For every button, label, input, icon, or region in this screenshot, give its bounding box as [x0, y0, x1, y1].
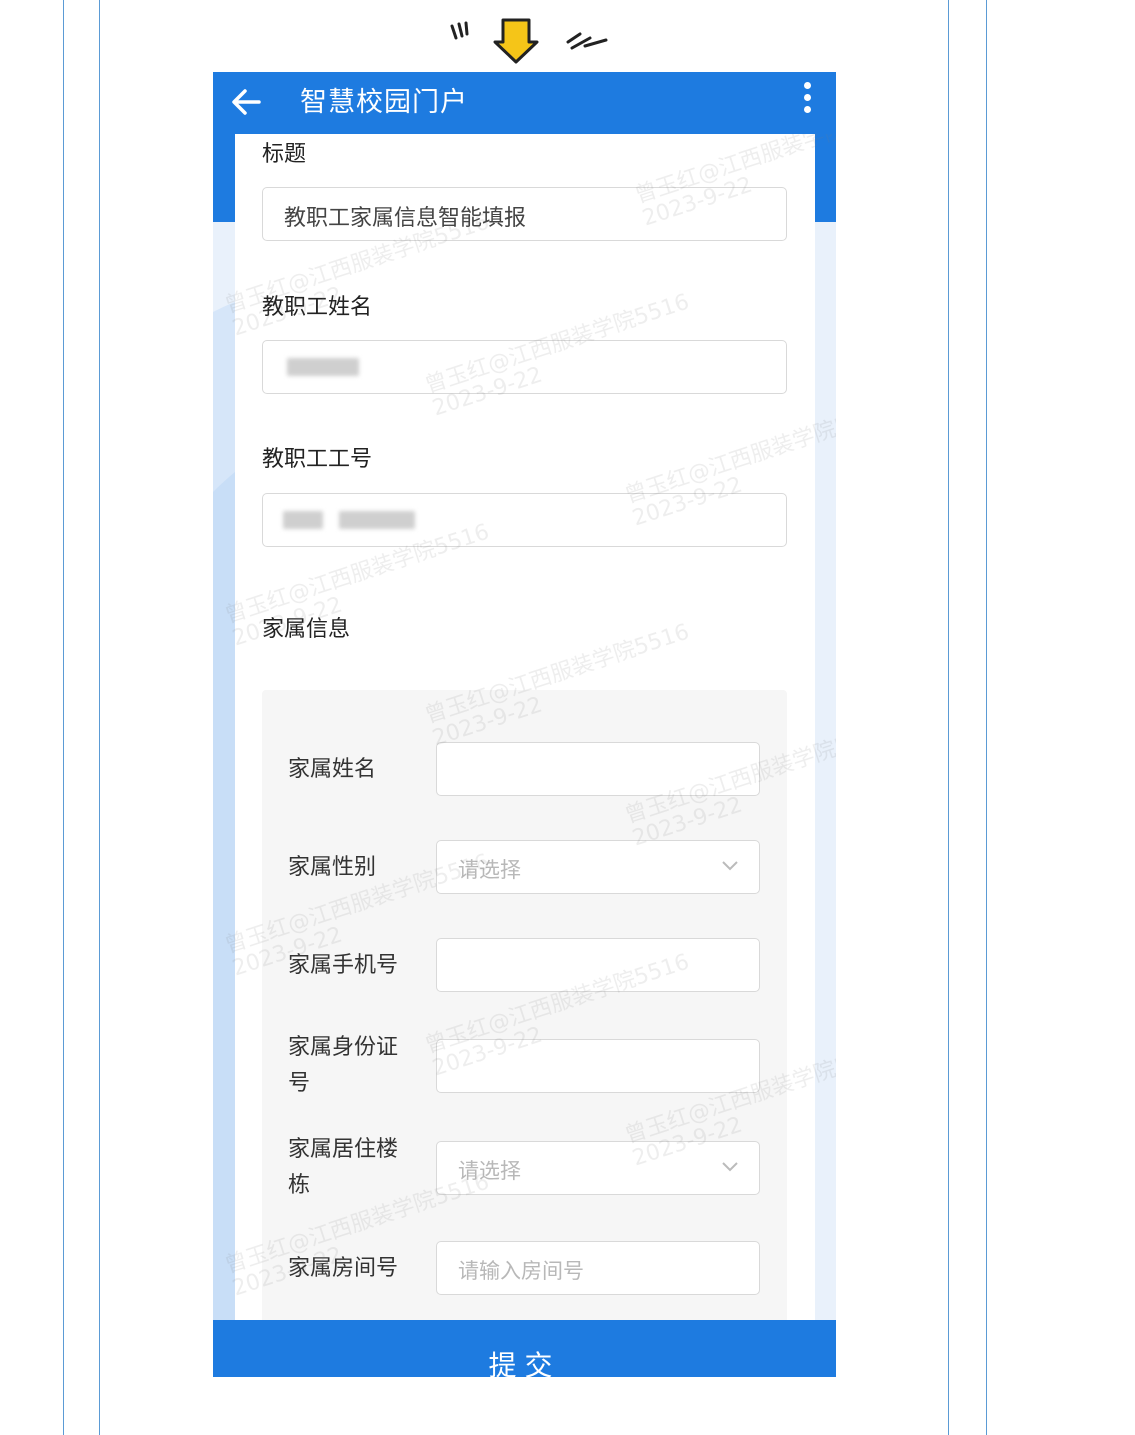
family-phone-label: 家属手机号 [288, 953, 399, 978]
app-header: 智慧校园门户 [213, 72, 836, 134]
family-info-panel: 家属姓名 家属性别 请选择 家属手机号 家属身份证号 家属居住楼栋 请选择 家属… [262, 690, 787, 1377]
right-outer-border [986, 0, 987, 1435]
family-idcard-label: 家属身份证号 [288, 1035, 399, 1096]
title-field-value: 教职工家属信息智能填报 [284, 206, 527, 231]
form-card: 标题 教职工家属信息智能填报 教职工姓名 教职工工号 家属信息 家属姓名 家属性… [235, 134, 815, 1377]
down-arrow-doodle-icon [450, 18, 608, 64]
family-room-input[interactable]: 请输入房间号 [436, 1241, 760, 1295]
family-gender-select[interactable]: 请选择 [436, 840, 760, 894]
title-label: 标题 [262, 142, 307, 167]
family-name-input[interactable] [436, 742, 760, 796]
phone-screen: 智慧校园门户 标题 教职工家属信息智能填报 教职工姓名 教职工工号 家属信息 家… [213, 72, 836, 1377]
staff-name-label: 教职工姓名 [262, 295, 373, 320]
family-section-label: 家属信息 [262, 617, 351, 642]
more-vertical-icon[interactable] [800, 78, 814, 122]
submit-button-label: 提交 [488, 1349, 561, 1377]
redacted-id-part1 [283, 511, 323, 529]
chevron-down-icon [722, 861, 738, 871]
gender-placeholder: 请选择 [458, 858, 521, 882]
page-title: 智慧校园门户 [300, 87, 468, 118]
arrow-left-icon[interactable] [229, 84, 265, 120]
family-building-label: 家属居住楼栋 [288, 1137, 399, 1198]
chevron-down-icon [722, 1162, 738, 1172]
family-room-label: 家属房间号 [288, 1256, 399, 1281]
left-outer-border [63, 0, 64, 1435]
room-placeholder: 请输入房间号 [458, 1259, 584, 1283]
family-name-label: 家属姓名 [288, 757, 377, 782]
staff-id-field[interactable] [262, 493, 787, 547]
redacted-id-part2 [339, 511, 415, 529]
title-field[interactable]: 教职工家属信息智能填报 [262, 187, 787, 241]
submit-button[interactable]: 提交 [213, 1320, 836, 1377]
family-gender-label: 家属性别 [288, 855, 377, 880]
staff-name-field[interactable] [262, 340, 787, 394]
right-inner-border [948, 0, 949, 1435]
family-idcard-input[interactable] [436, 1039, 760, 1093]
building-placeholder: 请选择 [458, 1159, 521, 1183]
family-phone-input[interactable] [436, 938, 760, 992]
left-inner-border [99, 0, 100, 1435]
family-building-select[interactable]: 请选择 [436, 1141, 760, 1195]
staff-id-label: 教职工工号 [262, 447, 373, 472]
redacted-name [287, 358, 359, 376]
